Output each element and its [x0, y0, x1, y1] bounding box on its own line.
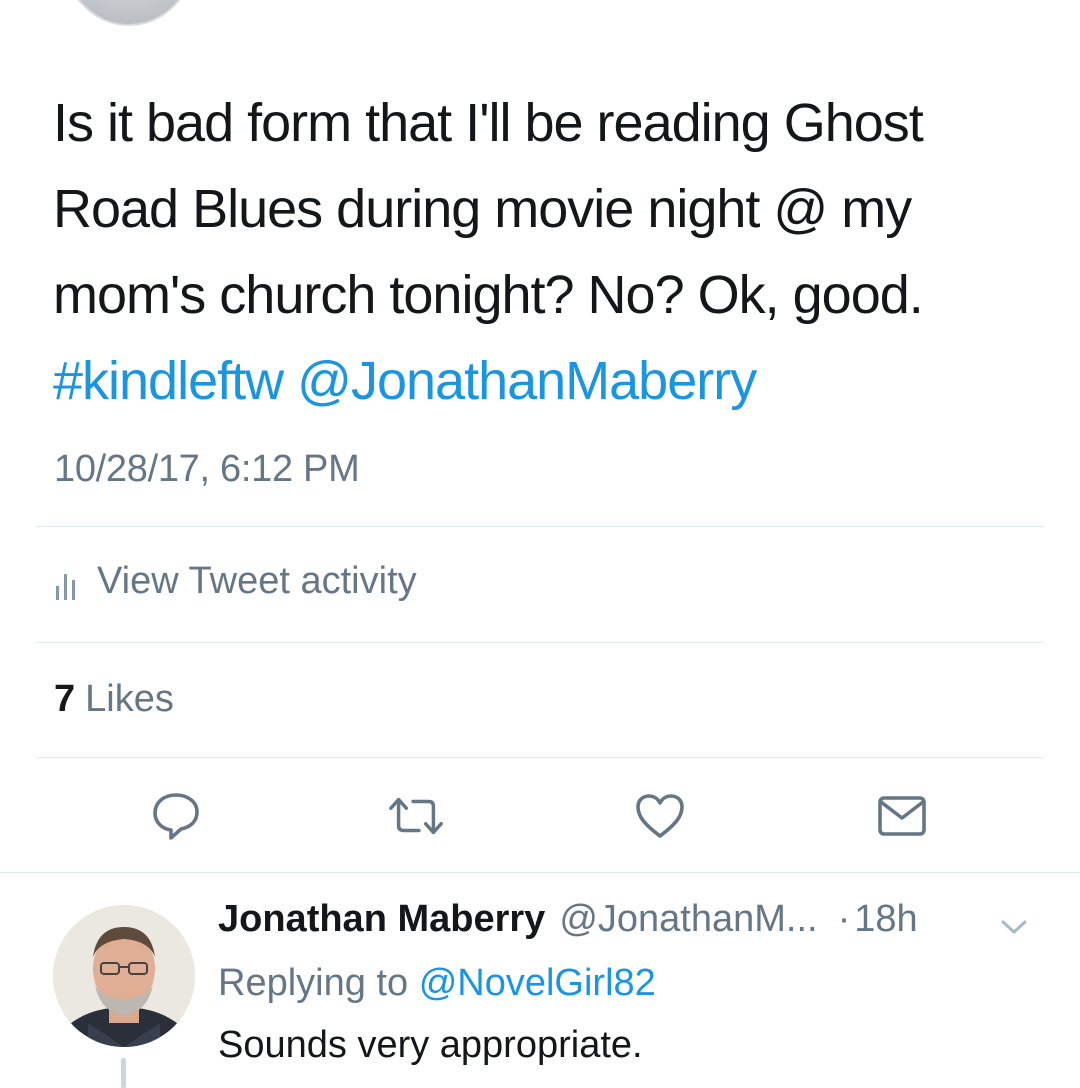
thread-connector — [121, 1058, 126, 1088]
like-button[interactable] — [630, 788, 690, 844]
replying-to-label: Replying to — [218, 962, 409, 1004]
reply-author-handle[interactable]: @JonathanM... — [559, 898, 817, 941]
retweet-icon — [389, 797, 443, 835]
reply-separator: · — [837, 898, 851, 940]
tweet-tags-line: #kindleftw @JonathanMaberry — [53, 338, 1043, 424]
direct-message-button[interactable] — [872, 788, 932, 844]
tweet-text-line: Is it bad form that I'll be reading Ghos… — [53, 93, 924, 153]
likes-count: 7 — [54, 678, 76, 720]
reply-author-avatar[interactable] — [53, 905, 195, 1047]
mention-link[interactable]: @JonathanMaberry — [297, 351, 757, 411]
author-avatar[interactable] — [62, 0, 196, 26]
view-tweet-activity-button[interactable]: View Tweet activity — [56, 560, 417, 603]
avatar-photo — [53, 905, 195, 1047]
tweet-body: Is it bad form that I'll be reading Ghos… — [53, 80, 1043, 424]
reply-button[interactable] — [146, 788, 206, 844]
retweet-button[interactable] — [386, 788, 446, 844]
replying-to-link[interactable]: @NovelGirl82 — [419, 962, 656, 1004]
reply-text: Sounds very appropriate. — [218, 1024, 643, 1066]
chevron-down-icon — [1001, 920, 1027, 934]
reply-time: 18h — [854, 898, 918, 940]
replying-to: Replying to @NovelGirl82 — [218, 962, 656, 1005]
hashtag-link[interactable]: #kindleftw — [53, 351, 284, 411]
divider — [36, 757, 1044, 758]
envelope-icon — [878, 796, 926, 836]
divider — [36, 642, 1044, 643]
tweet-timestamp: 10/28/17, 6:12 PM — [54, 448, 360, 490]
reply-options-button[interactable] — [1000, 918, 1028, 941]
reply-icon — [153, 793, 199, 840]
reply-header: Jonathan Maberry @JonathanM... · 18h — [218, 898, 918, 941]
bar-chart-icon — [56, 570, 75, 600]
likes-label: Likes — [85, 678, 174, 720]
reply-author-name[interactable]: Jonathan Maberry — [218, 898, 545, 941]
heart-icon — [636, 794, 684, 838]
tweet-text-line: Road Blues during movie night @ my — [53, 179, 912, 239]
view-tweet-activity-label: View Tweet activity — [97, 560, 417, 602]
tweet-text-line: mom's church tonight? No? Ok, good. — [53, 265, 924, 325]
likes-stat[interactable]: 7 Likes — [54, 678, 174, 721]
reply-tweet[interactable]: Jonathan Maberry @JonathanM... · 18h Rep… — [0, 872, 1080, 1088]
divider — [36, 526, 1044, 527]
